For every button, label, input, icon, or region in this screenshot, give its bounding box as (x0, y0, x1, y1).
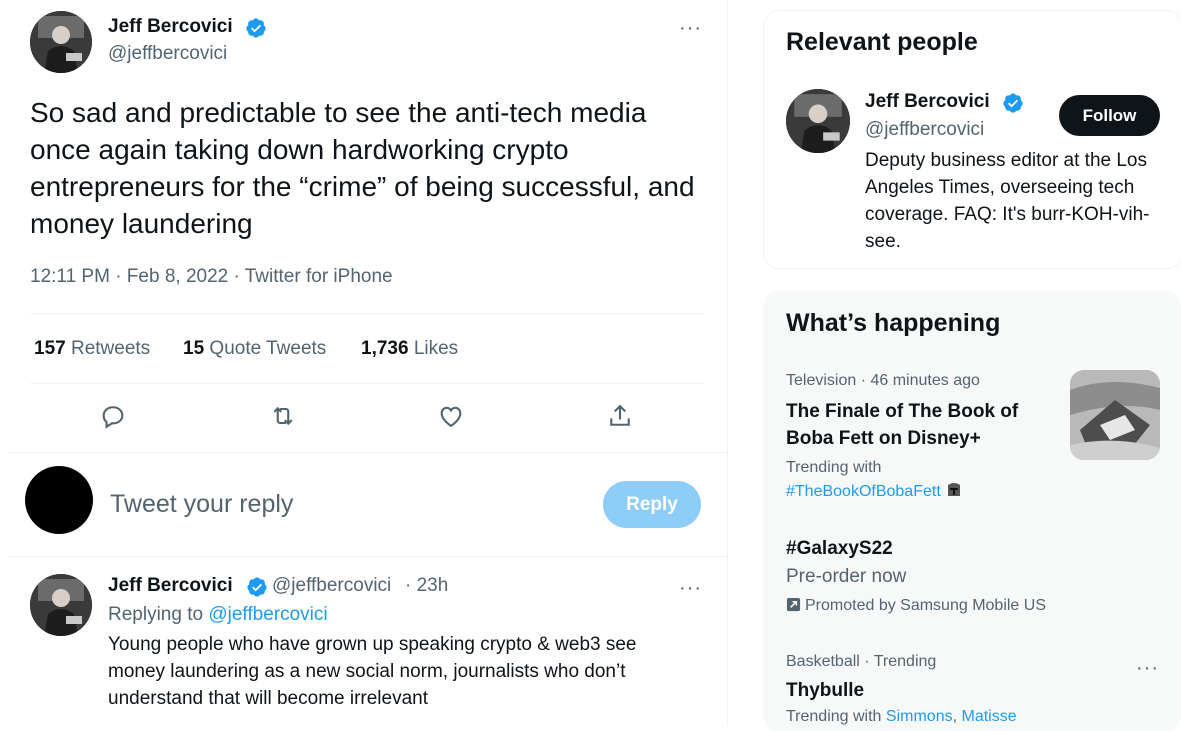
reply-input[interactable]: Tweet your reply (110, 490, 293, 519)
trend-hashtag-link[interactable]: #TheBookOfBobaFett (786, 481, 963, 501)
reply-button[interactable]: Reply (603, 481, 701, 528)
whats-happening-title: What’s happening (786, 309, 1001, 337)
retweet-icon[interactable] (269, 402, 297, 430)
verified-badge-icon (246, 18, 266, 38)
main-column: Jeff Bercovici @jeffbercovici ··· So sad… (0, 0, 728, 726)
boba-fett-helmet-icon (948, 483, 961, 496)
more-options-icon[interactable]: ··· (1136, 658, 1159, 678)
promoted-trend-title: #GalaxyS22 (786, 538, 893, 559)
trend-meta: Television · 46 minutes ago (786, 372, 980, 389)
reply-author-name[interactable]: Jeff Bercovici (108, 575, 233, 597)
divider (8, 452, 727, 453)
promoted-by: Promoted by Samsung Mobile US (786, 597, 1046, 615)
promoted-icon (786, 597, 801, 612)
relevant-person-name[interactable]: Jeff Bercovici (865, 91, 990, 113)
divider (30, 383, 704, 384)
reply-icon[interactable] (99, 402, 127, 430)
relevant-person-avatar[interactable] (786, 89, 850, 153)
divider (8, 556, 727, 557)
reply-time[interactable]: · 23h (405, 575, 448, 597)
trend-link-matisse[interactable]: Matisse (962, 708, 1017, 725)
tweet-text: So sad and predictable to see the anti-t… (30, 97, 695, 239)
replying-to-handle[interactable]: @jeffbercovici (208, 604, 327, 625)
like-icon[interactable] (437, 402, 465, 430)
reply-author-avatar[interactable] (30, 574, 92, 636)
follow-button[interactable]: Follow (1059, 95, 1160, 136)
likes-stat[interactable]: 1,736 Likes (361, 338, 458, 360)
more-options-icon[interactable]: ··· (679, 578, 702, 598)
trending-with-row: Trending with Simmons, Matisse (786, 708, 1017, 725)
trend-meta: Basketball · Trending (786, 653, 937, 670)
relevant-person-handle[interactable]: @jeffbercovici (865, 119, 984, 141)
trending-with-label: Trending with (786, 459, 882, 476)
retweets-stat[interactable]: 157 Retweets (34, 338, 150, 360)
tweet-timestamp[interactable]: 12:11 PM · Feb 8, 2022 · Twitter for iPh… (30, 266, 393, 288)
trend-link-simmons[interactable]: Simmons (886, 708, 953, 725)
share-icon[interactable] (606, 402, 634, 430)
promoted-trend-subtitle: Pre-order now (786, 566, 907, 587)
quote-tweets-stat[interactable]: 15 Quote Tweets (183, 338, 326, 360)
relevant-people-title: Relevant people (786, 28, 978, 56)
author-handle[interactable]: @jeffbercovici (108, 43, 227, 65)
relevant-person-bio: Deputy business editor at the Los Angele… (865, 150, 1150, 252)
reply-tweet-text: Young people who have grown up speaking … (108, 634, 637, 709)
verified-badge-icon (1003, 93, 1023, 113)
reply-author-handle[interactable]: @jeffbercovici (272, 575, 391, 597)
replying-to: Replying to @jeffbercovici (108, 604, 328, 625)
trend-thumbnail-image[interactable] (1070, 370, 1160, 460)
trend-title: The Finale of The Book of Boba Fett on D… (786, 401, 1019, 449)
more-options-icon[interactable]: ··· (679, 18, 702, 38)
author-avatar[interactable] (30, 11, 92, 73)
author-name[interactable]: Jeff Bercovici (108, 16, 233, 38)
trend-title: Thybulle (786, 680, 865, 701)
verified-badge-icon (247, 577, 267, 597)
divider (30, 313, 704, 314)
current-user-avatar[interactable] (25, 466, 93, 534)
